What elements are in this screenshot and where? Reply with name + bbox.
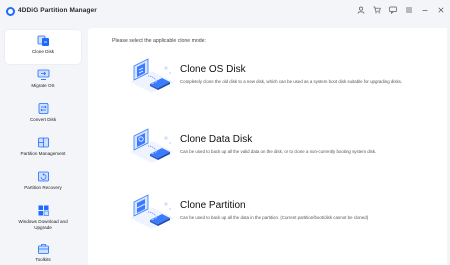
sidebar-item-partition-recovery[interactable]: Partition Recovery: [5, 166, 81, 200]
card-title: Clone OS Disk: [180, 64, 246, 75]
card-description: Can be used to back up all the valid dat…: [180, 149, 377, 154]
sidebar-item-migrate-os[interactable]: Migrate OS: [5, 64, 81, 98]
sidebar-item-label: Windows Download and Upgrade: [18, 219, 68, 230]
clone-data-disk-card[interactable]: Clone Data Disk Can be used to back up a…: [114, 122, 425, 168]
menu-icon[interactable]: [404, 5, 414, 15]
app-window: 4DDiG Partition Manager Clone Disk Migra…: [0, 0, 450, 265]
clone-partition-illustration-icon: [126, 190, 178, 232]
card-description: Can be used to back up all the data in t…: [180, 215, 369, 220]
windows-download-icon: [36, 203, 50, 217]
sidebar-item-label: Convert Disk: [29, 117, 57, 122]
cart-icon[interactable]: [372, 5, 382, 15]
clone-os-disk-illustration-icon: [126, 54, 178, 96]
sidebar-item-convert-disk[interactable]: Convert Disk: [5, 98, 81, 132]
title-bar: 4DDiG Partition Manager: [0, 0, 450, 24]
app-logo-icon: [6, 7, 15, 16]
clone-mode-prompt: Please select the applicable clone mode:: [112, 38, 207, 44]
sidebar-item-clone-disk[interactable]: Clone Disk: [5, 30, 81, 64]
card-title: Clone Data Disk: [180, 134, 253, 145]
sidebar-item-label: Clone Disk: [31, 49, 55, 54]
close-icon[interactable]: [436, 5, 446, 15]
sidebar-item-label: Partition Recovery: [24, 185, 62, 190]
sidebar-item-label: Migrate OS: [31, 83, 55, 88]
sidebar-item-label: Toolkits: [35, 257, 51, 262]
clone-partition-card[interactable]: Clone Partition Can be used to back up a…: [114, 188, 425, 234]
card-title: Clone Partition: [180, 200, 246, 211]
partition-recovery-icon: [36, 169, 50, 183]
partition-management-icon: [36, 135, 50, 149]
feedback-icon[interactable]: [388, 5, 398, 15]
minimize-icon[interactable]: [420, 5, 430, 15]
clone-disk-icon: [36, 33, 50, 47]
migrate-os-icon: [36, 67, 50, 81]
sidebar-item-partition-management[interactable]: Partition Management: [5, 132, 81, 166]
convert-disk-icon: [36, 101, 50, 115]
titlebar-controls: [356, 5, 446, 15]
sidebar-item-toolkits[interactable]: Toolkits: [5, 238, 81, 264]
main-panel: Please select the applicable clone mode:: [88, 28, 447, 265]
toolkits-icon: [36, 241, 50, 255]
clone-os-disk-card[interactable]: Clone OS Disk Completely clone the old d…: [114, 52, 425, 98]
card-description: Completely clone the old disk to a new d…: [180, 79, 403, 84]
sidebar-item-label: Partition Management: [20, 151, 66, 156]
sidebar-item-windows-download[interactable]: Windows Download and Upgrade: [5, 200, 81, 238]
user-icon[interactable]: [356, 5, 366, 15]
clone-data-disk-illustration-icon: [126, 124, 178, 166]
app-title: 4DDiG Partition Manager: [18, 7, 97, 14]
sidebar: Clone Disk Migrate OS Convert Disk Parti…: [0, 24, 84, 265]
